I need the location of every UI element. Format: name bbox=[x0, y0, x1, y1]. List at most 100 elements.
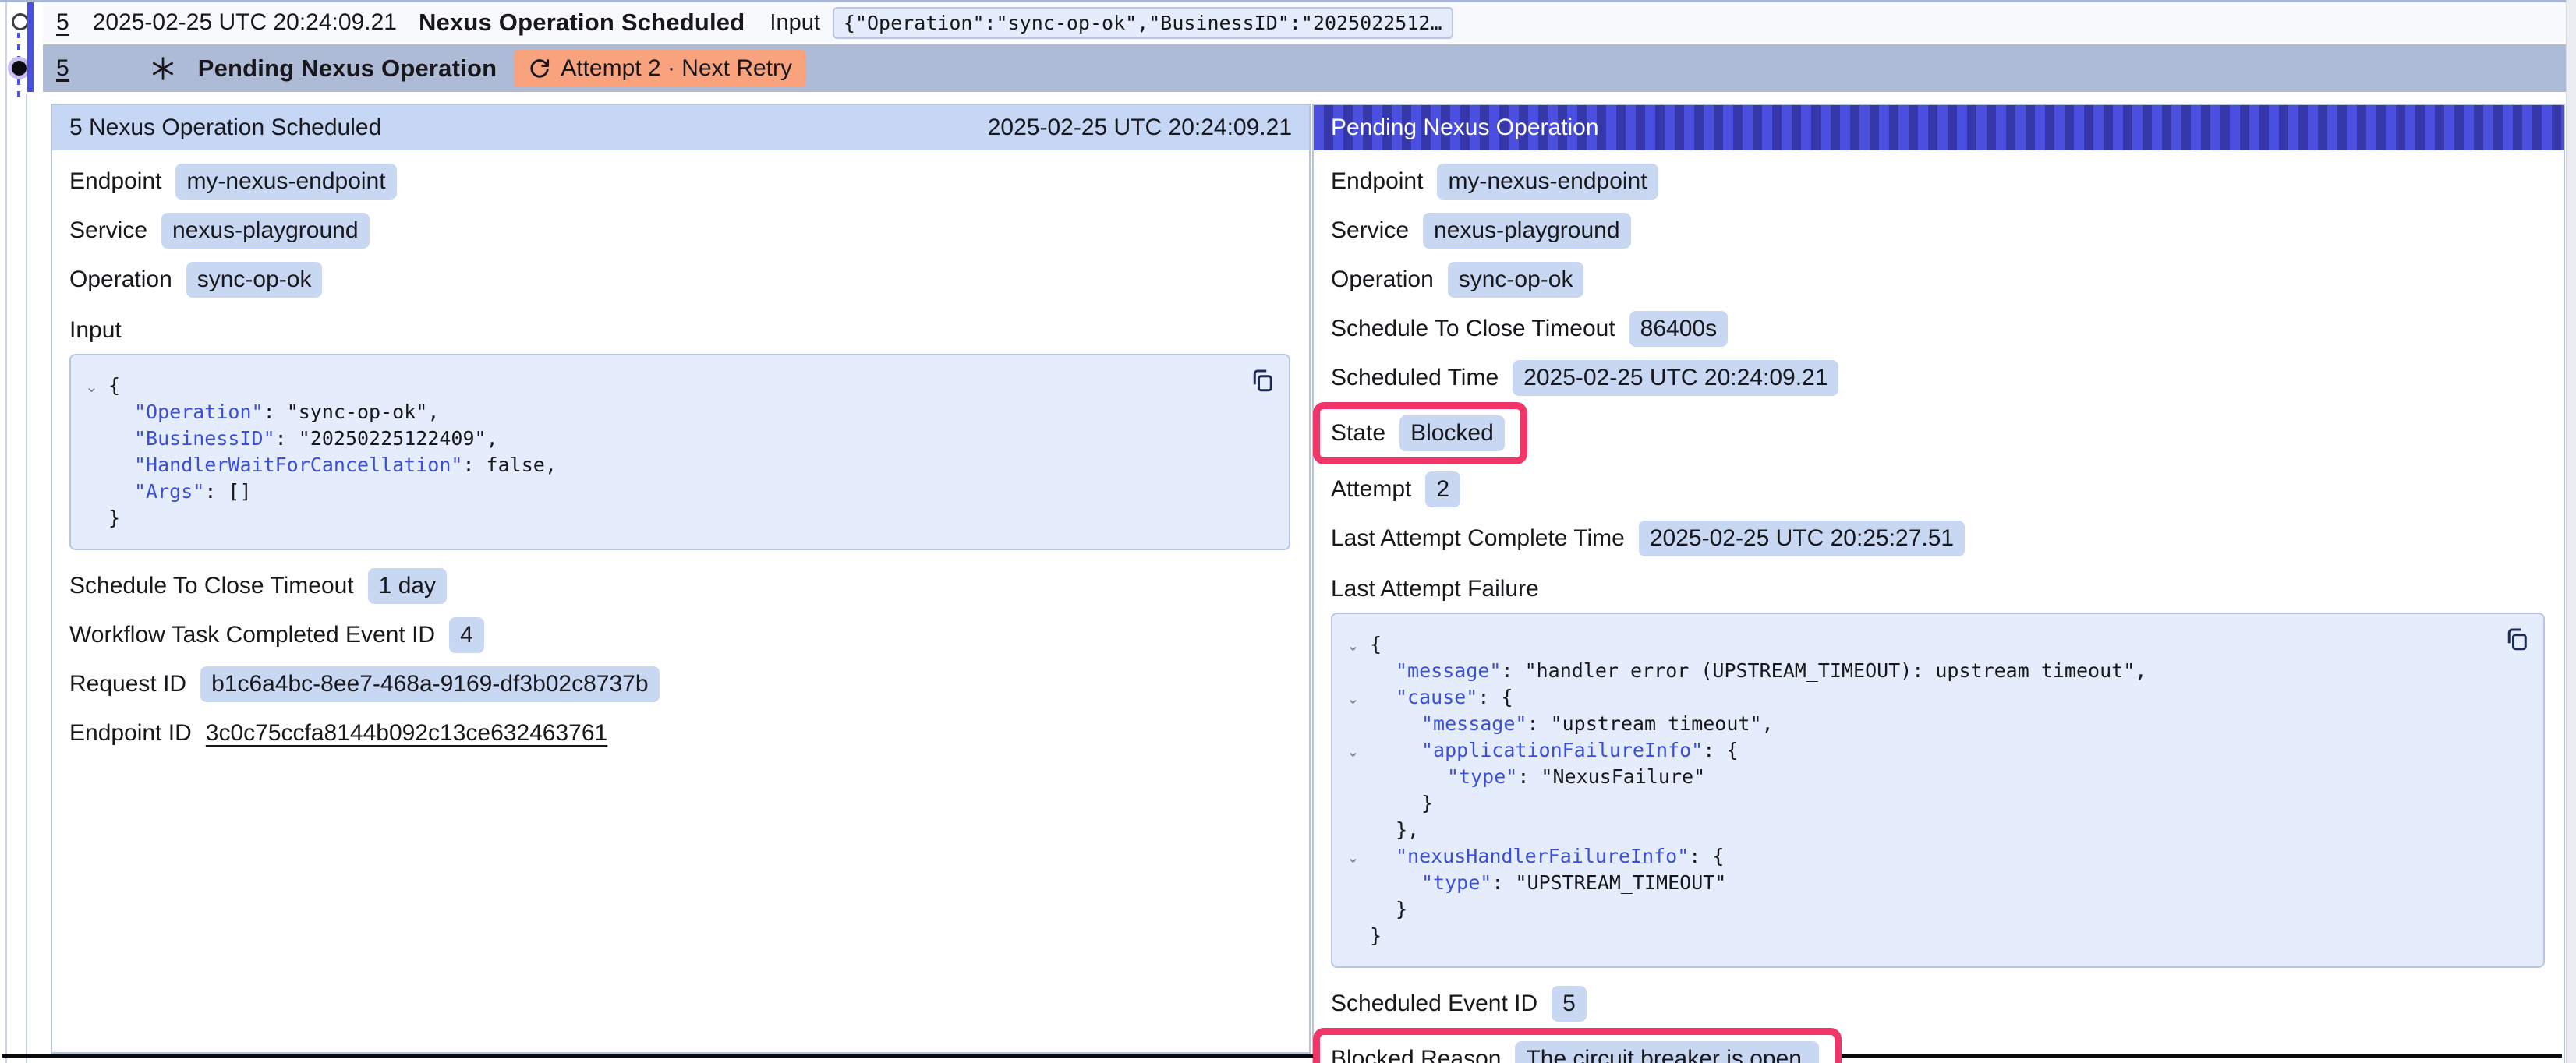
input-section-label: Input bbox=[69, 316, 1290, 344]
field-label: Request ID bbox=[69, 671, 186, 697]
event-id-link[interactable]: 5 bbox=[56, 55, 69, 82]
field-row-blocked-reason: Blocked Reason The circuit breaker is ope… bbox=[1331, 1028, 2545, 1063]
event-history-view: 5 2025-02-25 UTC 20:24:09.21 Nexus Opera… bbox=[0, 0, 2576, 1063]
collapse-chevron-icon[interactable]: ⌄ bbox=[1346, 744, 1360, 760]
field-row-operation: Operationsync-op-ok bbox=[1331, 255, 2545, 304]
event-timestamp: 2025-02-25 UTC 20:24:09.21 bbox=[93, 9, 397, 36]
field-value-badge: 4 bbox=[449, 617, 484, 653]
field-label: Endpoint bbox=[69, 168, 161, 195]
json-line: "message": "handler error (UPSTREAM_TIME… bbox=[1332, 658, 2496, 684]
field-label: Schedule To Close Timeout bbox=[69, 573, 354, 599]
field-value-badge: my-nexus-endpoint bbox=[175, 164, 396, 200]
timeline-dotted-connector bbox=[17, 79, 20, 103]
field-row-state: State Blocked bbox=[1331, 402, 2545, 464]
event-title: Nexus Operation Scheduled bbox=[419, 9, 745, 37]
field-row-scheduled-event-id: Scheduled Event ID 5 bbox=[1331, 979, 2545, 1028]
active-row-indicator bbox=[27, 2, 34, 92]
field-label: State bbox=[1331, 420, 1385, 447]
collapse-chevron-icon[interactable]: ⌄ bbox=[85, 380, 98, 395]
left-panel-bottom-fields: Schedule To Close Timeout 1 day Workflow T… bbox=[69, 561, 1290, 758]
field-label: Service bbox=[69, 217, 147, 244]
event-row-pending-nexus-operation[interactable]: 5 Pending Nexus Operation Attempt 2 · Ne… bbox=[43, 44, 2567, 92]
field-row-request-id: Request IDb1c6a4bc-8ee7-468a-9169-df3b02… bbox=[69, 659, 1290, 708]
annotation-highlight-box: State Blocked bbox=[1313, 402, 1527, 464]
failure-section-label: Last Attempt Failure bbox=[1331, 575, 2545, 603]
json-line: ⌄"applicationFailureInfo": { bbox=[1332, 737, 2496, 764]
field-value-badge: sync-op-ok bbox=[1448, 262, 1584, 298]
field-label: Workflow Task Completed Event ID bbox=[69, 622, 435, 648]
field-row-operation: Operation sync-op-ok bbox=[69, 255, 1290, 304]
field-row-service: Service nexus-playground bbox=[1331, 206, 2545, 255]
json-line: } bbox=[1332, 896, 2496, 923]
field-value-badge: 2025-02-25 UTC 20:25:27.51 bbox=[1639, 521, 1965, 556]
field-value-badge: my-nexus-endpoint bbox=[1437, 164, 1658, 200]
failure-json-viewer: ⌄{"message": "handler error (UPSTREAM_TI… bbox=[1331, 613, 2545, 968]
field-row-attempt: Attempt 2 bbox=[1331, 464, 2545, 514]
field-value-badge: sync-op-ok bbox=[186, 262, 323, 298]
field-label: Scheduled Time bbox=[1331, 365, 1499, 391]
copy-icon[interactable] bbox=[2503, 625, 2531, 653]
collapse-chevron-icon[interactable]: ⌄ bbox=[1346, 691, 1360, 707]
field-row-schedule-to-close-timeout: Schedule To Close Timeout86400s bbox=[1331, 304, 2545, 353]
json-line: "type": "UPSTREAM_TIMEOUT" bbox=[1332, 870, 2496, 896]
json-line: ⌄"cause": { bbox=[1332, 684, 2496, 711]
pending-panel-fields: Endpointmy-nexus-endpoint Service nexus-pl… bbox=[1331, 157, 2545, 563]
field-row-last-attempt-complete-time: Last Attempt Complete Time 2025-02-25 UTC… bbox=[1331, 514, 2545, 563]
field-row-service: Service nexus-playground bbox=[69, 206, 1290, 255]
field-label: Scheduled Event ID bbox=[1331, 991, 1537, 1017]
field-value-badge: Blocked bbox=[1399, 415, 1505, 451]
field-value-badge: The circuit breaker is open. bbox=[1515, 1041, 1819, 1063]
event-id-link[interactable]: 5 bbox=[56, 9, 69, 36]
copy-icon[interactable] bbox=[1248, 366, 1276, 394]
asterisk-icon bbox=[150, 55, 176, 82]
failure-json-lines: ⌄{"message": "handler error (UPSTREAM_TI… bbox=[1332, 631, 2496, 949]
field-label: Endpoint ID bbox=[69, 720, 192, 747]
right-detail-panel: Pending Nexus Operation Endpointmy-nexus… bbox=[1312, 104, 2565, 1063]
field-label: Attempt bbox=[1331, 476, 1411, 503]
field-row-scheduled-time: Scheduled Time 2025-02-25 UTC 20:24:09.21 bbox=[1331, 353, 2545, 402]
field-row-schedule-to-close-timeout: Schedule To Close Timeout 1 day bbox=[69, 561, 1290, 610]
annotation-highlight-box: Blocked Reason The circuit breaker is ope… bbox=[1313, 1028, 1842, 1063]
field-value-badge: 1 day bbox=[368, 568, 447, 604]
collapse-chevron-icon[interactable]: ⌄ bbox=[1346, 638, 1360, 654]
field-value-badge: 2 bbox=[1425, 471, 1460, 507]
json-line: "Operation": "sync-op-ok", bbox=[71, 399, 1242, 426]
field-label: Schedule To Close Timeout bbox=[1331, 316, 1615, 342]
json-line: } bbox=[1332, 923, 2496, 949]
left-panel-header: 5 Nexus Operation Scheduled 2025-02-25 U… bbox=[52, 105, 1309, 150]
field-value-badge: 2025-02-25 UTC 20:24:09.21 bbox=[1513, 360, 1838, 396]
field-value-link[interactable]: 3c0c75ccfa8144b092c13ce632463761 bbox=[206, 720, 607, 747]
json-line: "HandlerWaitForCancellation": false, bbox=[71, 452, 1242, 479]
left-panel-fields: Endpoint my-nexus-endpoint Service nexus-pl… bbox=[69, 157, 1290, 304]
event-row-nexus-operation-scheduled[interactable]: 5 2025-02-25 UTC 20:24:09.21 Nexus Opera… bbox=[43, 2, 2567, 43]
field-label: Blocked Reason bbox=[1331, 1046, 1501, 1063]
json-line: "type": "NexusFailure" bbox=[1332, 764, 2496, 790]
field-row-endpoint: Endpointmy-nexus-endpoint bbox=[1331, 157, 2545, 206]
timeline-open-dot-icon bbox=[12, 13, 29, 30]
input-preview-chip: {"Operation":"sync-op-ok","BusinessID":"… bbox=[833, 7, 1453, 39]
field-value-badge: nexus-playground bbox=[161, 213, 370, 249]
field-label: Service bbox=[1331, 217, 1409, 244]
field-value-badge: nexus-playground bbox=[1423, 213, 1631, 249]
json-line: ⌄{ bbox=[71, 373, 1242, 399]
pending-panel-header: Pending Nexus Operation bbox=[1314, 105, 2564, 150]
attempt-retry-badge: Attempt 2 · Next Retry bbox=[514, 50, 806, 87]
timeline-dotted-connector bbox=[17, 33, 20, 59]
field-value-badge: 5 bbox=[1552, 986, 1587, 1022]
collapse-chevron-icon[interactable]: ⌄ bbox=[1346, 850, 1360, 866]
retry-icon bbox=[528, 57, 551, 80]
left-detail-panel: 5 Nexus Operation Scheduled 2025-02-25 U… bbox=[51, 104, 1311, 1054]
json-line: } bbox=[71, 505, 1242, 532]
json-line: "BusinessID": "20250225122409", bbox=[71, 426, 1242, 452]
json-line: "Args": [] bbox=[71, 479, 1242, 505]
timeline-gutter-line bbox=[5, 2, 7, 1063]
scrollbar[interactable] bbox=[2566, 0, 2576, 1063]
field-label: Operation bbox=[69, 267, 172, 293]
pending-event-title: Pending Nexus Operation bbox=[198, 55, 497, 83]
pending-panel-bottom-fields: Scheduled Event ID 5 Blocked Reason The cir… bbox=[1331, 979, 2545, 1063]
field-row-endpoint: Endpoint my-nexus-endpoint bbox=[69, 157, 1290, 206]
left-panel-timestamp: 2025-02-25 UTC 20:24:09.21 bbox=[988, 115, 1292, 141]
field-label: Last Attempt Complete Time bbox=[1331, 525, 1625, 552]
json-line: ⌄"nexusHandlerFailureInfo": { bbox=[1332, 843, 2496, 870]
field-row-workflow-task-completed-event-id: Workflow Task Completed Event ID 4 bbox=[69, 610, 1290, 659]
